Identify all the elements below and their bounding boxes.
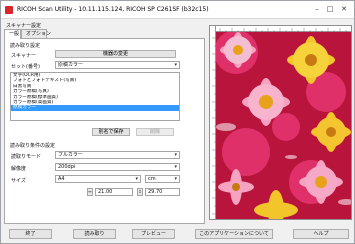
save-as-button[interactable]: 別名で保存: [92, 128, 130, 136]
preset-list[interactable]: 文字(OCR用) フォトとフォトテキスト(写真) 白黒写真 カラー原稿(写真) …: [10, 72, 180, 121]
size-value: A4: [58, 176, 65, 182]
scanned-image-flowers: [216, 32, 351, 219]
change-scanner-button[interactable]: 機器の変更: [55, 50, 176, 58]
size-label: サイズ: [11, 178, 26, 184]
mode-select[interactable]: フルカラー ▾: [55, 151, 180, 159]
chevron-down-icon: ▾: [174, 62, 177, 68]
help-button[interactable]: ヘルプ: [293, 229, 349, 239]
resolution-select[interactable]: 200dpi ▾: [55, 163, 180, 171]
width-icon: ↔: [87, 188, 93, 196]
general-settings-panel: 読み取り設定 スキャナー 機器の変更 セット(番号) 原稿カラー ▾ 文字(OC…: [4, 38, 205, 224]
close-button[interactable]: 終了: [9, 229, 52, 239]
preview-area[interactable]: [209, 25, 352, 220]
chevron-down-icon: ▾: [135, 176, 138, 182]
preview-button[interactable]: プレビュー: [132, 229, 175, 239]
scan-button[interactable]: 読み取り: [73, 229, 116, 239]
chevron-down-icon: ▾: [174, 152, 177, 158]
list-item-selected[interactable]: 原稿カラー: [11, 105, 179, 111]
chevron-down-icon: ▾: [174, 176, 177, 182]
scanner-settings-label: スキャナー設定: [6, 23, 42, 29]
resolution-value: 200dpi: [58, 164, 76, 170]
unit-value: cm: [148, 176, 156, 182]
preset-value: 原稿カラー: [58, 62, 84, 68]
preset-select[interactable]: 原稿カラー ▾: [55, 61, 180, 69]
title-bar: RICOH Scan Utility - 10.11.115.124, RICO…: [1, 1, 354, 19]
preset-label: セット(番号): [11, 64, 40, 70]
size-select[interactable]: A4 ▾: [55, 175, 141, 183]
height-field[interactable]: 29.70: [145, 188, 180, 196]
resolution-label: 解像度: [11, 166, 27, 172]
close-window-button[interactable]: ✕: [339, 4, 349, 14]
delete-button[interactable]: 削除: [136, 128, 174, 136]
tab-general[interactable]: 一般: [4, 29, 21, 39]
height-icon: ↕: [137, 188, 143, 196]
scanner-label: スキャナー: [11, 53, 37, 59]
minimize-button[interactable]: –: [312, 4, 322, 14]
window-title: RICOH Scan Utility - 10.11.115.124, RICO…: [17, 6, 209, 13]
read-settings-label: 読み取り設定: [10, 43, 41, 49]
chevron-down-icon: ▾: [174, 164, 177, 170]
mode-label: 読取りモード: [11, 154, 42, 160]
scan-utility-window: RICOH Scan Utility - 10.11.115.124, RICO…: [0, 0, 355, 244]
read-conditions-label: 読み取り条件の設定: [10, 143, 56, 149]
width-field[interactable]: 21.00: [95, 188, 133, 196]
about-button[interactable]: このアプリケーションについて: [195, 229, 273, 239]
app-icon: [5, 6, 13, 14]
maximize-button[interactable]: □: [325, 4, 335, 14]
unit-select[interactable]: cm ▾: [145, 175, 180, 183]
tab-options[interactable]: オプション: [21, 29, 51, 38]
mode-value: フルカラー: [58, 152, 83, 158]
